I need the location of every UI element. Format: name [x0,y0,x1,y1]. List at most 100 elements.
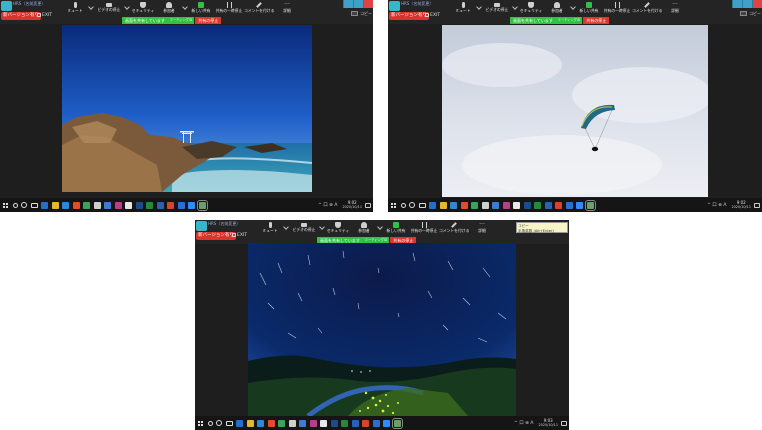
cortana-icon[interactable] [409,202,415,208]
copy-button[interactable]: コピー [351,10,372,18]
pause-share-button[interactable]: 共有の一時停止 [214,0,244,17]
exit-button[interactable]: EXIT [37,13,52,18]
word-icon[interactable] [544,201,552,209]
app-icon[interactable] [513,201,520,209]
excel-icon[interactable] [534,201,541,209]
windows-start-icon[interactable] [390,202,397,209]
new-version-badge[interactable]: 新バージョン有り [196,232,236,240]
windows-start-icon[interactable] [2,202,9,209]
app-icon[interactable] [471,201,478,209]
new-version-badge[interactable]: 新バージョン有り [1,12,41,20]
app-icon[interactable] [135,201,143,209]
cortana-icon[interactable] [216,420,222,426]
chrome-icon[interactable] [72,201,80,209]
system-tray-icons[interactable]: ^ 口 ⊕ A [514,420,533,426]
cortana-icon[interactable] [21,202,27,208]
minimize-button[interactable] [343,0,353,8]
word-icon[interactable] [351,419,359,427]
outlook-icon[interactable] [177,201,185,209]
mute-button[interactable]: ミュート [450,0,476,17]
app-icon[interactable] [320,419,327,427]
app-icon[interactable] [502,201,510,209]
taskbar-clock[interactable]: 9:02 2020/10/11 [342,200,362,209]
app-icon[interactable] [362,419,369,427]
participants-button[interactable]: 参加者 [351,220,377,237]
outlook-icon[interactable] [372,419,380,427]
app-icon[interactable] [125,201,132,209]
exit-button[interactable]: EXIT [232,233,247,238]
app-icon[interactable] [288,419,296,427]
participants-button[interactable]: 参加者 [544,0,570,17]
excel-icon[interactable] [146,201,153,209]
app-icon[interactable] [555,201,562,209]
app-icon[interactable] [523,201,531,209]
notification-icon[interactable] [365,202,371,208]
mute-button[interactable]: ミュート [62,0,88,17]
task-view-icon[interactable] [225,420,233,426]
stop-video-button[interactable]: ビデオの停止 [482,0,512,17]
search-icon[interactable] [207,420,213,426]
new-share-button[interactable]: 新しい共有 [383,220,409,237]
search-icon[interactable] [12,202,18,208]
zoom-icon[interactable] [383,419,390,427]
app-icon[interactable] [167,201,174,209]
more-button[interactable]: ··· 詳細 [274,0,300,17]
pause-share-button[interactable]: 共有の一時停止 [409,220,439,237]
app-icon[interactable] [584,199,596,211]
annotate-button[interactable]: コメントを付ける [439,220,469,237]
app-icon[interactable] [492,201,499,209]
stop-video-button[interactable]: ビデオの停止 [289,220,319,237]
app-icon[interactable] [278,419,285,427]
more-button[interactable]: ··· 詳細 [469,220,495,237]
new-share-button[interactable]: 新しい共有 [576,0,602,17]
pause-share-button[interactable]: 共有の一時停止 [602,0,632,17]
chrome-icon[interactable] [460,201,468,209]
ie-icon[interactable] [62,201,69,209]
security-button[interactable]: セキュリティ [325,220,351,237]
app-icon[interactable] [114,201,122,209]
copy-button[interactable]: コピー [740,10,761,18]
app-icon[interactable] [93,201,101,209]
new-share-button[interactable]: 新しい共有 [188,0,214,17]
annotate-button[interactable]: コメントを付ける [632,0,662,17]
task-view-icon[interactable] [418,202,426,208]
file-explorer-icon[interactable] [246,419,254,427]
app-icon[interactable] [330,419,338,427]
app-icon[interactable] [309,419,317,427]
new-version-badge[interactable]: 新バージョン有り [389,12,429,20]
notification-icon[interactable] [754,202,760,208]
app-icon[interactable] [391,417,403,429]
close-button[interactable] [363,0,373,8]
mute-button[interactable]: ミュート [257,220,283,237]
app-icon[interactable] [299,419,306,427]
task-view-icon[interactable] [30,202,38,208]
app-icon[interactable] [83,201,90,209]
stop-video-button[interactable]: ビデオの停止 [94,0,124,17]
edge-icon[interactable] [429,201,436,209]
notification-icon[interactable] [561,420,567,426]
maximize-button[interactable] [742,0,752,8]
zoom-icon[interactable] [188,201,195,209]
exit-button[interactable]: EXIT [425,13,440,18]
word-icon[interactable] [156,201,164,209]
annotate-button[interactable]: コメントを付ける [244,0,274,17]
file-explorer-icon[interactable] [439,201,447,209]
edge-icon[interactable] [236,419,243,427]
stop-share-button[interactable]: 共有の停止 [583,17,610,24]
stop-share-button[interactable]: 共有の停止 [195,17,222,24]
ie-icon[interactable] [257,419,264,427]
app-icon[interactable] [104,201,111,209]
excel-icon[interactable] [341,419,348,427]
outlook-icon[interactable] [565,201,573,209]
chrome-icon[interactable] [267,419,275,427]
system-tray-icons[interactable]: ^ 口 ⊕ A [318,202,337,208]
taskbar-clock[interactable]: 9:02 2020/10/11 [731,200,751,209]
file-explorer-icon[interactable] [51,201,59,209]
zoom-icon[interactable] [576,201,583,209]
more-button[interactable]: ··· 詳細 [662,0,688,17]
security-button[interactable]: セキュリティ [130,0,156,17]
app-icon[interactable] [481,201,489,209]
windows-start-icon[interactable] [197,420,204,427]
security-button[interactable]: セキュリティ [518,0,544,17]
edge-icon[interactable] [41,201,48,209]
